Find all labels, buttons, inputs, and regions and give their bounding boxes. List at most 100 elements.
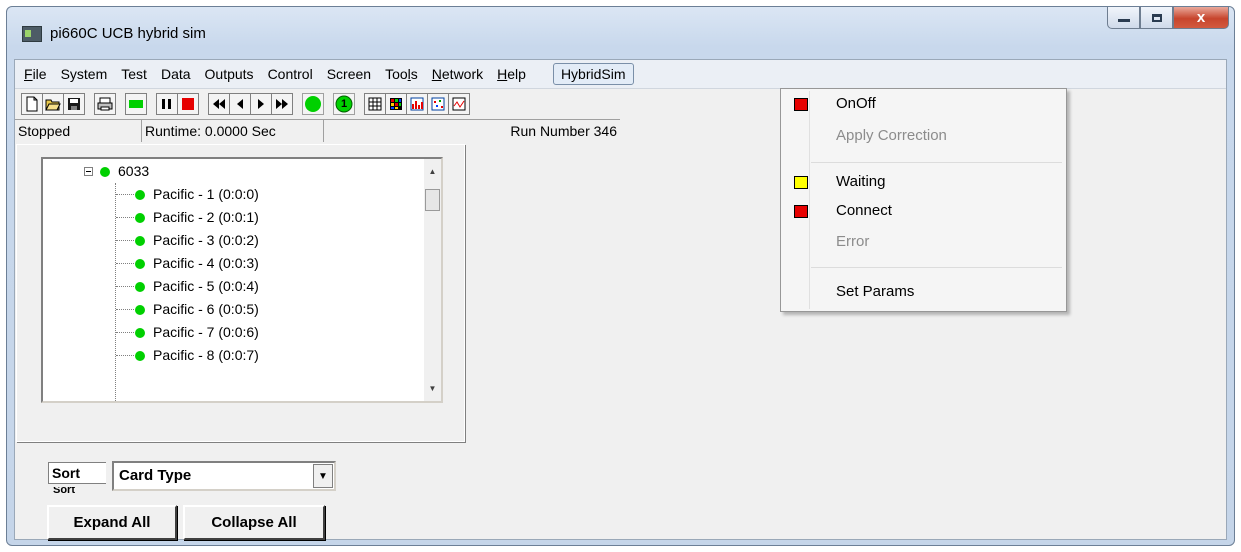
close-icon: x: [1196, 9, 1206, 26]
strip-chart-icon: [452, 97, 466, 111]
tree-item-pacific-2[interactable]: Pacific - 2 (0:0:1): [135, 206, 259, 229]
run-green-icon: [129, 100, 143, 108]
tree-item-pacific-6[interactable]: Pacific - 6 (0:0:5): [135, 298, 259, 321]
fast-forward-button[interactable]: [271, 93, 293, 115]
status-dot-icon: [135, 190, 145, 200]
tree-item-pacific-8[interactable]: Pacific - 8 (0:0:7): [135, 344, 259, 367]
print-button[interactable]: [94, 93, 116, 115]
window-controls: x: [1107, 7, 1229, 31]
menu-system[interactable]: System: [54, 63, 115, 85]
window-title: pi660C UCB hybrid sim: [50, 25, 206, 42]
pause-icon: [162, 99, 171, 109]
status-dot-icon: [135, 328, 145, 338]
new-file-button[interactable]: [21, 93, 43, 115]
green-circle-icon: [305, 96, 321, 112]
stop-red-icon: [182, 98, 194, 110]
scroll-thumb[interactable]: [425, 189, 440, 211]
status-dot-icon: [135, 282, 145, 292]
sort-label: Sort: [48, 462, 106, 484]
tree-item-pacific-7[interactable]: Pacific - 7 (0:0:6): [135, 321, 259, 344]
tree-root-node[interactable]: 6033: [100, 160, 149, 183]
scatter-plot-icon: [431, 97, 445, 111]
scroll-up-icon[interactable]: ▲: [424, 163, 441, 180]
stop-button[interactable]: [177, 93, 199, 115]
tree-panel: 6033 Pacific - 1 (0:0:0) Pacific - 2 (0:…: [16, 144, 465, 442]
print-icon: [97, 97, 113, 111]
bar-graph-button[interactable]: [406, 93, 428, 115]
open-folder-button[interactable]: [42, 93, 64, 115]
grid-view-button[interactable]: [364, 93, 386, 115]
red-square-icon: [794, 98, 808, 111]
fast-forward-icon: [276, 99, 288, 109]
rewind-icon: [213, 99, 225, 109]
save-button[interactable]: [63, 93, 85, 115]
collapse-node-icon[interactable]: [84, 167, 93, 176]
menu-item-error: Error: [836, 233, 870, 250]
menu-item-apply-correction: Apply Correction: [836, 127, 947, 144]
save-disk-icon: [68, 98, 80, 110]
menu-control[interactable]: Control: [261, 63, 320, 85]
status-dot-icon: [100, 167, 110, 177]
maximize-button[interactable]: [1140, 7, 1173, 29]
tree-item-pacific-1[interactable]: Pacific - 1 (0:0:0): [135, 183, 259, 206]
status-dot-icon: [135, 351, 145, 361]
green-circle-button[interactable]: [302, 93, 324, 115]
maximize-icon: [1151, 13, 1162, 22]
menu-tools[interactable]: Tools: [378, 63, 425, 85]
menu-bar: File System Test Data Outputs Control Sc…: [15, 60, 1226, 89]
expand-all-button[interactable]: Expand All: [47, 505, 177, 540]
menu-file[interactable]: File: [17, 63, 54, 85]
clipped-sort-label: Sort: [53, 487, 75, 495]
status-dot-icon: [135, 259, 145, 269]
menu-hybridsim[interactable]: HybridSim: [552, 63, 634, 85]
close-button[interactable]: x: [1173, 7, 1229, 29]
status-run-number: Run Number 346: [324, 119, 620, 142]
run-button[interactable]: [125, 93, 147, 115]
strip-chart-button[interactable]: [448, 93, 470, 115]
title-bar[interactable]: pi660C UCB hybrid sim x: [7, 7, 1234, 53]
color-map-button[interactable]: [385, 93, 407, 115]
menu-screen[interactable]: Screen: [320, 63, 378, 85]
collapse-all-button[interactable]: Collapse All: [183, 505, 325, 540]
minimize-icon: [1117, 19, 1130, 22]
open-folder-icon: [45, 99, 61, 111]
step-back-icon: [237, 99, 243, 109]
status-dot-icon: [135, 305, 145, 315]
pause-button[interactable]: [156, 93, 178, 115]
red-square-icon: [794, 205, 808, 218]
menu-item-set-params[interactable]: Set Params: [781, 279, 1066, 305]
tree-item-pacific-5[interactable]: Pacific - 5 (0:0:4): [135, 275, 259, 298]
menu-network[interactable]: Network: [425, 63, 490, 85]
step-forward-button[interactable]: [250, 93, 272, 115]
menu-data[interactable]: Data: [154, 63, 198, 85]
menu-item-waiting[interactable]: Waiting: [781, 169, 1066, 195]
chevron-down-icon[interactable]: ▼: [313, 464, 333, 488]
step-forward-icon: [258, 99, 264, 109]
yellow-square-icon: [794, 176, 808, 189]
minimize-button[interactable]: [1107, 7, 1140, 29]
menu-outputs[interactable]: Outputs: [198, 63, 261, 85]
numbered-one-label: 1: [340, 98, 348, 110]
status-dot-icon: [135, 236, 145, 246]
sort-select[interactable]: Card Type ▼: [112, 461, 336, 491]
hybridsim-dropdown-menu: OnOff Apply Correction Waiting Connect E…: [780, 88, 1067, 312]
status-runtime: Runtime: 0.0000 Sec: [142, 119, 324, 142]
tree-scrollbar[interactable]: ▲ ▼: [424, 159, 441, 401]
scatter-plot-button[interactable]: [427, 93, 449, 115]
color-map-icon: [390, 98, 402, 110]
status-state: Stopped: [15, 119, 142, 142]
tree-item-pacific-4[interactable]: Pacific - 4 (0:0:3): [135, 252, 259, 275]
rewind-button[interactable]: [208, 93, 230, 115]
step-back-button[interactable]: [229, 93, 251, 115]
new-file-icon: [26, 96, 38, 112]
numbered-one-button[interactable]: 1: [333, 93, 355, 115]
menu-help[interactable]: Help: [490, 63, 533, 85]
menu-item-connect[interactable]: Connect: [781, 198, 1066, 224]
menu-test[interactable]: Test: [114, 63, 154, 85]
card-tree[interactable]: 6033 Pacific - 1 (0:0:0) Pacific - 2 (0:…: [41, 157, 443, 403]
app-icon[interactable]: [22, 26, 42, 42]
menu-item-onoff[interactable]: OnOff: [781, 91, 1066, 117]
tree-item-pacific-3[interactable]: Pacific - 3 (0:0:2): [135, 229, 259, 252]
scroll-down-icon[interactable]: ▼: [424, 380, 441, 397]
sort-select-value: Card Type: [119, 467, 192, 484]
